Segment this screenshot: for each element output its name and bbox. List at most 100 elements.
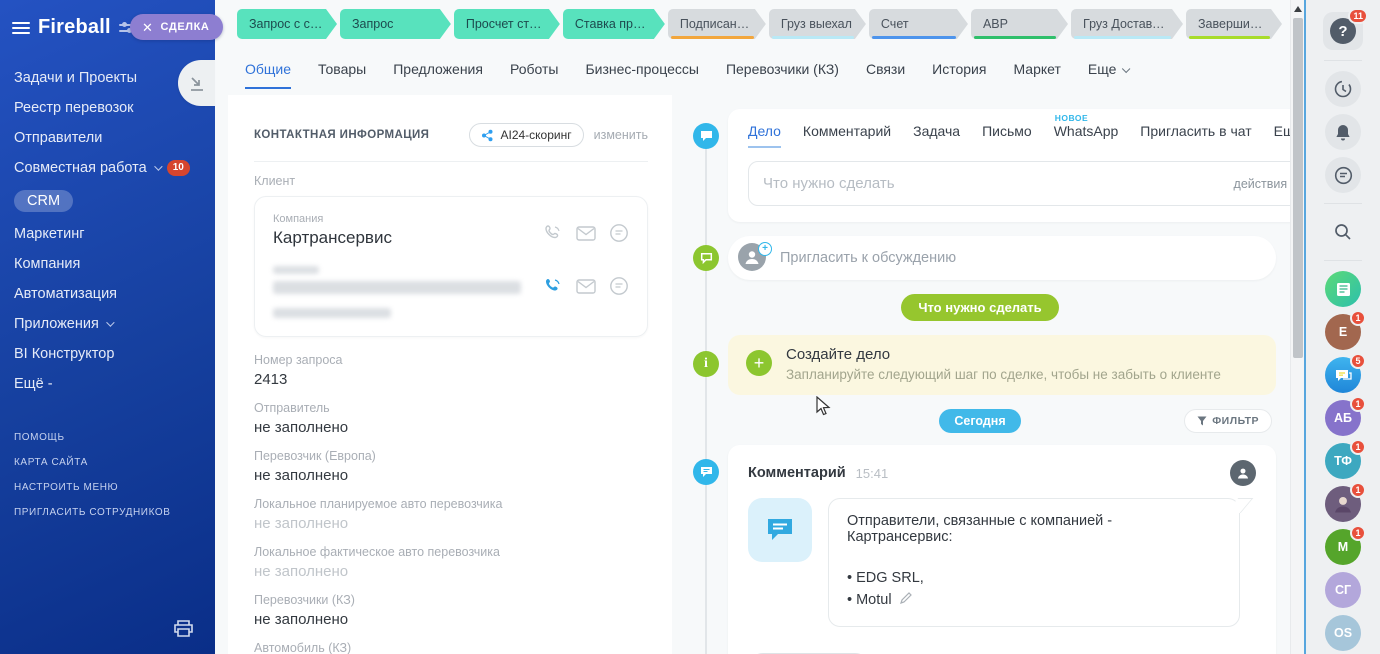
- sidebar-item-company[interactable]: Компания: [14, 249, 215, 279]
- scroll-up-arrow[interactable]: [1294, 6, 1302, 12]
- comment-bullet: • EDG SRL,: [847, 567, 1221, 589]
- edit-link[interactable]: изменить: [594, 128, 648, 142]
- field-carrier-europe[interactable]: Перевозчик (Европа) не заполнено: [254, 449, 648, 484]
- sidebar-item-collaboration[interactable]: Совместная работа 10: [14, 153, 215, 183]
- messenger-button[interactable]: 5: [1325, 357, 1361, 393]
- stage-request-from-site[interactable]: Запрос с сайта: [237, 9, 337, 39]
- chat-icon[interactable]: [609, 223, 629, 243]
- sidebar-item-marketing[interactable]: Маркетинг: [14, 219, 215, 249]
- mail-icon[interactable]: [576, 226, 596, 241]
- app-title: Fireball: [38, 16, 111, 39]
- tab-carriers-kz[interactable]: Перевозчики (КЗ): [726, 61, 839, 89]
- tab-general[interactable]: Общие: [245, 61, 291, 89]
- hint-title[interactable]: Создайте дело: [786, 346, 1221, 363]
- chat-icon[interactable]: [609, 276, 629, 296]
- invite-label: Пригласить к обсуждению: [780, 250, 956, 266]
- tab-offers[interactable]: Предложения: [393, 61, 483, 89]
- help-badge: 11: [1348, 8, 1368, 24]
- user-avatar-e[interactable]: E 1: [1325, 314, 1361, 350]
- composer-tab-whatsapp[interactable]: НОВОЕ WhatsApp: [1054, 123, 1119, 148]
- composer-tab-task[interactable]: Задача: [913, 123, 960, 148]
- printer-icon[interactable]: [174, 620, 193, 642]
- tab-products[interactable]: Товары: [318, 61, 366, 89]
- today-pill[interactable]: Сегодня: [939, 409, 1020, 433]
- sidebar-item-crm[interactable]: CRM: [14, 183, 215, 219]
- composer-tab-activity[interactable]: Дело: [748, 123, 781, 148]
- field-request-number[interactable]: Номер запроса 2413: [254, 353, 648, 388]
- composer-tab-more[interactable]: Еще: [1274, 123, 1290, 148]
- field-carriers-kz[interactable]: Перевозчики (КЗ) не заполнено: [254, 593, 648, 628]
- filter-button[interactable]: ФИЛЬТР: [1184, 409, 1272, 433]
- stage-underline: [1074, 36, 1171, 39]
- sidebar-item-automation[interactable]: Автоматизация: [14, 279, 215, 309]
- author-avatar[interactable]: [1230, 460, 1256, 486]
- tab-robots[interactable]: Роботы: [510, 61, 558, 89]
- user-avatar-m[interactable]: М 1: [1325, 529, 1361, 565]
- stage-cargo-delivered[interactable]: Груз Доставлен: [1071, 9, 1183, 39]
- edit-pencil-icon[interactable]: [900, 592, 912, 608]
- composer-tab-comment[interactable]: Комментарий: [803, 123, 891, 148]
- field-local-planned-vehicle[interactable]: Локальное планируемое авто перевозчика н…: [254, 497, 648, 532]
- stage-cargo-departed[interactable]: Груз выехал: [769, 9, 866, 39]
- sidebar-help-link[interactable]: ПОМОЩЬ: [14, 425, 215, 450]
- stage-invoice[interactable]: Счет: [869, 9, 968, 39]
- company-field-label: Компания: [273, 213, 543, 225]
- tab-business-processes[interactable]: Бизнес-процессы: [585, 61, 698, 89]
- company-name[interactable]: Картрансервис: [273, 228, 543, 248]
- user-avatar-ab[interactable]: АБ 1: [1325, 400, 1361, 436]
- field-sender[interactable]: Отправитель не заполнено: [254, 401, 648, 436]
- actions-dropdown[interactable]: действия: [1234, 177, 1290, 191]
- stage-rate-calc[interactable]: Просчет ставки: [454, 9, 560, 39]
- deal-entity-pill[interactable]: ✕ СДЕЛКА: [130, 14, 223, 40]
- scrollbar-thumb[interactable]: [1293, 18, 1303, 358]
- stage-rate-done[interactable]: Ставка просч...: [563, 9, 665, 39]
- divider: [1324, 203, 1362, 204]
- stage-underline: [872, 36, 956, 39]
- sidebar-sitemap-link[interactable]: КАРТА САЙТА: [14, 450, 215, 475]
- divider: [1324, 60, 1362, 61]
- news-button[interactable]: [1325, 271, 1361, 307]
- feed-button[interactable]: [1325, 157, 1361, 193]
- invite-to-discussion[interactable]: + Пригласить к обсуждению: [728, 236, 1276, 280]
- activity-input[interactable]: Что нужно сделать действия: [748, 161, 1290, 206]
- sidebar-item-bi-constructor[interactable]: BI Конструктор: [14, 339, 215, 369]
- help-button[interactable]: ? 11: [1323, 12, 1363, 50]
- phone-icon[interactable]: [543, 223, 563, 243]
- sidebar-item-apps[interactable]: Приложения: [14, 309, 215, 339]
- mail-icon[interactable]: [576, 279, 596, 294]
- search-icon: [1333, 222, 1353, 242]
- user-avatar-os[interactable]: OS: [1325, 615, 1361, 651]
- funnel-icon: [1197, 416, 1207, 426]
- what-to-do-pill[interactable]: Что нужно сделать: [901, 294, 1058, 321]
- stage-close-deal[interactable]: Завершить сд...: [1186, 9, 1282, 39]
- ai-scoring-button[interactable]: AI24-скоринг: [469, 123, 583, 147]
- contact-blurred[interactable]: [273, 266, 543, 318]
- field-vehicle-kz[interactable]: Автомобиль (КЗ) не заполнено: [254, 641, 648, 654]
- user-avatar-photo[interactable]: 1: [1325, 486, 1361, 522]
- tab-history[interactable]: История: [932, 61, 986, 89]
- stage-avr[interactable]: АВР: [971, 9, 1068, 39]
- sidebar-configure-menu-link[interactable]: НАСТРОИТЬ МЕНЮ: [14, 475, 215, 500]
- stage-request[interactable]: Запрос: [340, 9, 451, 39]
- composer-tab-email[interactable]: Письмо: [982, 123, 1032, 148]
- notifications-button[interactable]: [1325, 114, 1361, 150]
- phone-call-icon[interactable]: [543, 276, 563, 296]
- user-avatar-sg[interactable]: СГ: [1325, 572, 1361, 608]
- time-management-button[interactable]: [1325, 71, 1361, 107]
- sidebar-item-more[interactable]: Ещё -: [14, 369, 215, 399]
- sidebar-item-senders[interactable]: Отправители: [14, 123, 215, 153]
- composer-tab-invite-chat[interactable]: Пригласить в чат: [1140, 123, 1251, 148]
- hamburger-menu-icon[interactable]: [12, 22, 30, 34]
- tab-market[interactable]: Маркет: [1013, 61, 1060, 89]
- field-local-actual-vehicle[interactable]: Локальное фактическое авто перевозчика н…: [254, 545, 648, 580]
- search-button[interactable]: [1325, 214, 1361, 250]
- tab-more[interactable]: Еще: [1088, 61, 1128, 89]
- sidebar-invite-link[interactable]: ПРИГЛАСИТЬ СОТРУДНИКОВ: [14, 500, 215, 525]
- tab-links[interactable]: Связи: [866, 61, 905, 89]
- stage-signing[interactable]: Подписание з...: [668, 9, 766, 39]
- entry-type-label: Комментарий: [748, 465, 846, 481]
- page-scrollbar[interactable]: [1290, 0, 1304, 654]
- add-activity-button[interactable]: +: [746, 350, 772, 376]
- close-icon[interactable]: ✕: [142, 21, 154, 34]
- user-avatar-tf[interactable]: ТФ 1: [1325, 443, 1361, 479]
